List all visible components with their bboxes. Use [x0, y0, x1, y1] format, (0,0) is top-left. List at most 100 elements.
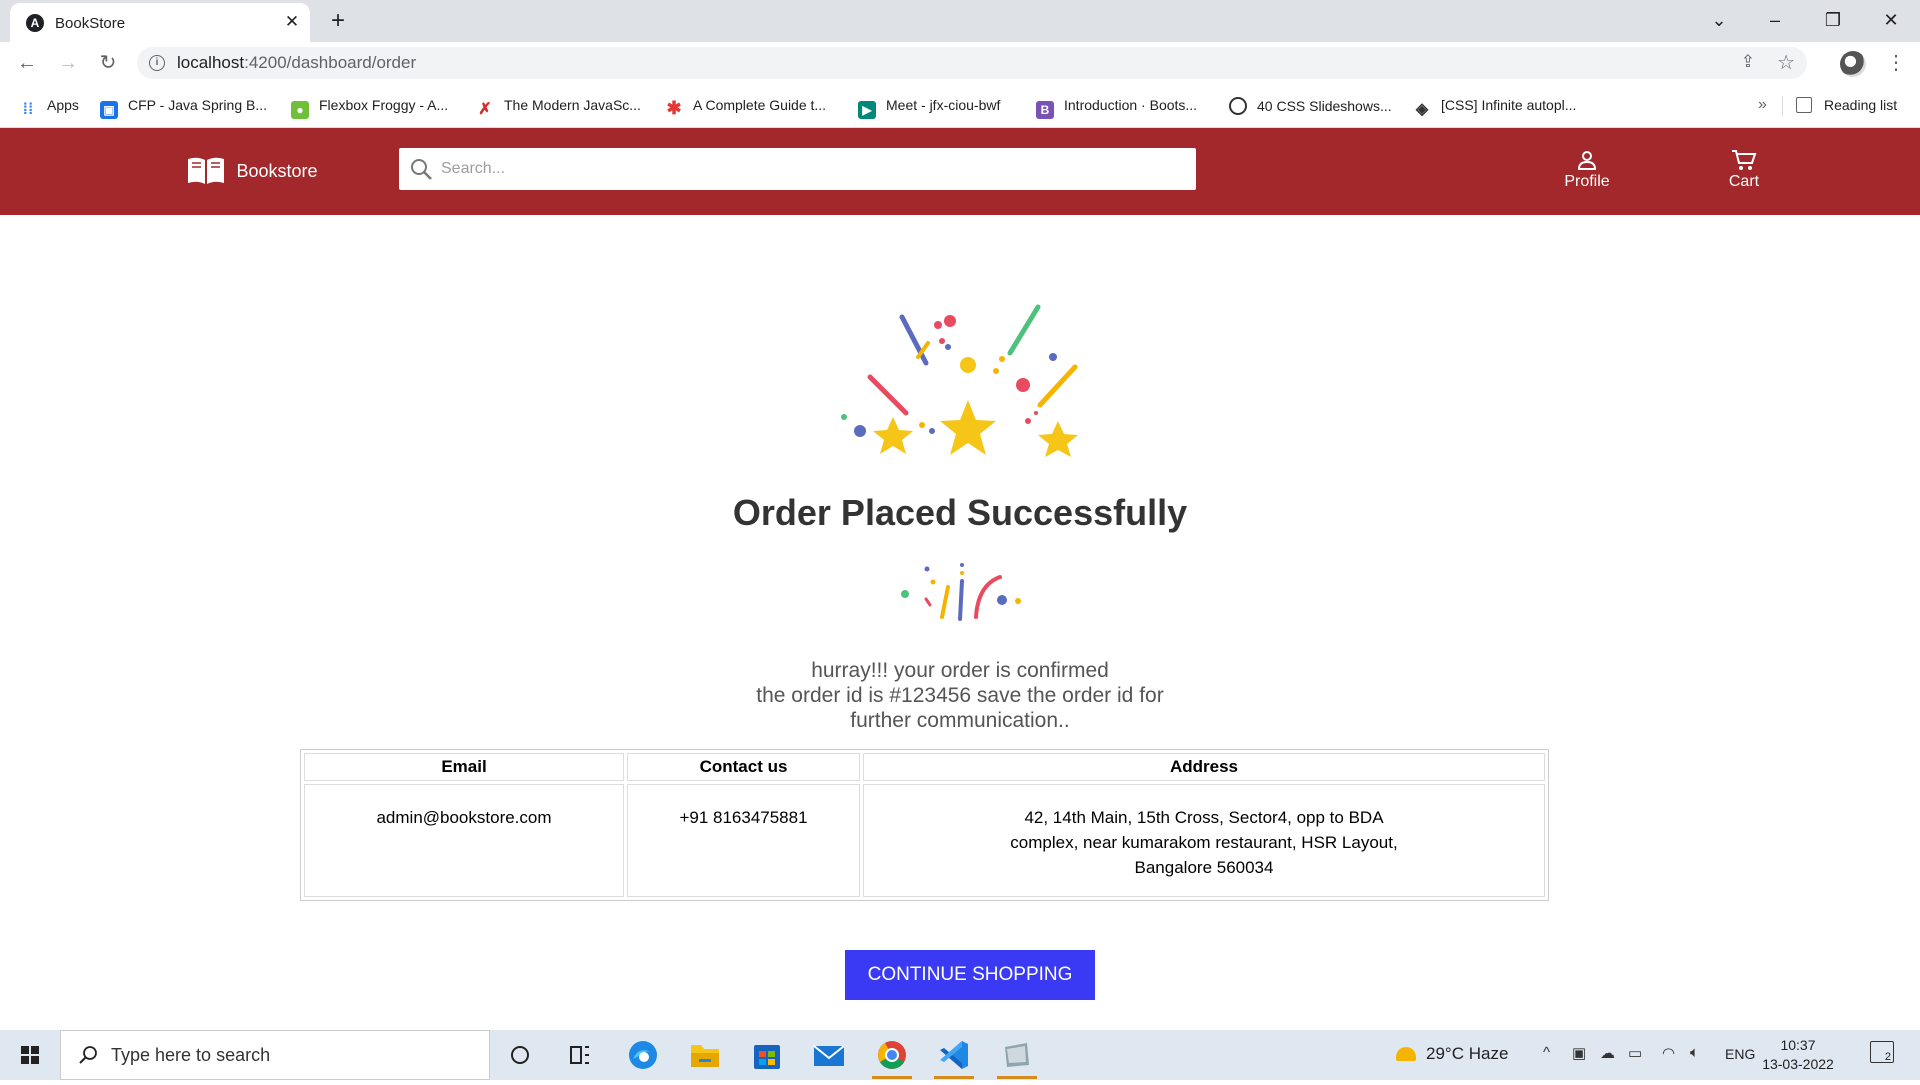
address-line: complex, near kumarakom restaurant, HSR …: [1010, 833, 1398, 852]
battery-icon[interactable]: ▭: [1628, 1044, 1642, 1062]
windows-taskbar: Type here to search 29°C Haze ^ ▣ ☁ ▭ ◠ …: [0, 1030, 1920, 1080]
language-indicator[interactable]: ENG: [1725, 1046, 1755, 1062]
cart-label: Cart: [1728, 173, 1760, 190]
microsoft-store-icon: [754, 1045, 780, 1069]
taskbar-search-box[interactable]: Type here to search: [60, 1030, 490, 1080]
task-view-button[interactable]: [554, 1035, 606, 1075]
search-bar[interactable]: [399, 148, 1196, 190]
bookmark-label: Flexbox Froggy - A...: [319, 97, 449, 113]
reading-list-icon: [1796, 97, 1812, 113]
bookmark-label: A Complete Guide t...: [693, 97, 827, 113]
search-icon: [411, 159, 432, 180]
taskbar-edge[interactable]: [617, 1035, 669, 1075]
onedrive-cloud-icon[interactable]: ☁: [1600, 1044, 1615, 1062]
vscode-icon: [940, 1041, 968, 1069]
wifi-icon[interactable]: ◠: [1662, 1044, 1675, 1062]
weather-haze-icon: [1396, 1047, 1416, 1061]
close-tab-icon[interactable]: ✕: [280, 10, 304, 34]
taskbar-vscode[interactable]: [928, 1035, 980, 1079]
reload-icon[interactable]: ↻: [94, 49, 122, 77]
contact-cell: +91 8163475881: [627, 784, 860, 897]
search-icon: [79, 1046, 97, 1064]
table-row: admin@bookstore.com +91 8163475881 42, 1…: [304, 784, 1545, 897]
bookmark-apps[interactable]: ⁞⁞ Apps: [19, 97, 79, 119]
forward-arrow-icon[interactable]: →: [54, 49, 82, 77]
share-icon[interactable]: ⇪: [1741, 52, 1755, 72]
profile-button[interactable]: Profile: [1552, 149, 1622, 191]
brand-name: Bookstore: [236, 160, 318, 181]
confirmation-message: hurray!!! your order is confirmed the or…: [700, 658, 1220, 733]
kebab-menu-icon[interactable]: ⋮: [1886, 50, 1906, 75]
system-clock[interactable]: 10:37 13-03-2022: [1758, 1036, 1838, 1074]
browser-tab-active[interactable]: A BookStore ✕: [10, 3, 310, 42]
search-input[interactable]: [441, 148, 1181, 190]
taskbar-search-placeholder: Type here to search: [111, 1045, 271, 1065]
taskbar-mail[interactable]: [803, 1035, 855, 1075]
bookmarks-bar: ⁞⁞ Apps ▣ CFP - Java Spring B... ● Flexbox …: [0, 84, 1920, 128]
restore-button[interactable]: ❐: [1810, 4, 1856, 36]
bookmark-item[interactable]: ▶ Meet - jfx-ciou-bwf: [858, 97, 1001, 119]
bookmark-label: The Modern JavaSc...: [504, 97, 641, 113]
edge-browser-icon: [629, 1041, 657, 1069]
taskbar-store[interactable]: [741, 1035, 793, 1075]
site-info-icon[interactable]: i: [149, 55, 165, 71]
column-header-address: Address: [863, 753, 1545, 781]
bookmark-label: Meet - jfx-ciou-bwf: [886, 97, 1001, 113]
bookmark-item[interactable]: 40 CSS Slideshows...: [1229, 97, 1392, 117]
bookmarks-overflow-icon[interactable]: »: [1758, 96, 1767, 114]
meet-now-icon[interactable]: ▣: [1572, 1044, 1586, 1062]
clock-time: 10:37: [1780, 1037, 1816, 1053]
weather-widget[interactable]: 29°C Haze: [1396, 1044, 1508, 1064]
bookmark-item[interactable]: ● Flexbox Froggy - A...: [291, 97, 449, 119]
browser-toolbar: ← → ↻ i localhost:4200/dashboard/order ⇪…: [0, 42, 1920, 84]
close-window-button[interactable]: ✕: [1868, 4, 1914, 36]
angular-favicon-icon: A: [26, 14, 44, 32]
person-flag-icon: ✗: [476, 101, 494, 119]
taskbar-app[interactable]: [991, 1035, 1043, 1079]
cart-icon: [1732, 150, 1757, 170]
message-line: further communication..: [850, 709, 1070, 732]
bookmark-item[interactable]: ✗ The Modern JavaSc...: [476, 97, 641, 119]
party-popper-icon: [901, 563, 1021, 621]
tab-search-chevron-icon[interactable]: ⌄: [1696, 4, 1742, 36]
start-button[interactable]: [0, 1030, 60, 1080]
reading-list-button[interactable]: Reading list: [1796, 97, 1897, 113]
browser-tab-strip: A BookStore ✕ + ⌄ – ❐ ✕: [0, 0, 1920, 42]
column-header-contact: Contact us: [627, 753, 860, 781]
back-arrow-icon[interactable]: ←: [13, 49, 41, 77]
profile-avatar-icon[interactable]: [1840, 51, 1866, 77]
message-line: the order id is #123456 save the order i…: [756, 684, 1164, 707]
address-bar[interactable]: i localhost:4200/dashboard/order ⇪ ☆: [137, 47, 1807, 79]
continue-shopping-button[interactable]: CONTINUE SHOPPING: [845, 950, 1095, 1000]
show-hidden-icons-chevron[interactable]: ^: [1543, 1044, 1550, 1061]
minimize-button[interactable]: –: [1752, 4, 1798, 36]
bookmark-item[interactable]: ◈ [CSS] Infinite autopl...: [1413, 97, 1577, 119]
url-text[interactable]: localhost:4200/dashboard/order: [177, 53, 416, 73]
bookmark-item[interactable]: ▣ CFP - Java Spring B...: [100, 97, 267, 119]
weather-text: 29°C Haze: [1426, 1044, 1509, 1063]
bookmark-star-icon[interactable]: ☆: [1777, 50, 1795, 75]
chrome-browser-icon: [878, 1041, 906, 1069]
table-header-row: Email Contact us Address: [304, 753, 1545, 781]
profile-label: Profile: [1564, 173, 1610, 190]
bookmark-item[interactable]: B Introduction · Boots...: [1036, 97, 1198, 119]
volume-icon[interactable]: 🔈︎: [1690, 1044, 1699, 1061]
windows-logo-icon: [21, 1046, 39, 1064]
cart-button[interactable]: Cart: [1709, 149, 1779, 191]
reading-list-label: Reading list: [1824, 97, 1898, 113]
brand-logo[interactable]: Bookstore: [186, 155, 318, 187]
apps-grid-icon: ⁞⁞: [19, 101, 37, 119]
cortana-button[interactable]: [494, 1035, 546, 1075]
celebration-confetti-icon: [841, 304, 1078, 457]
new-tab-button[interactable]: +: [324, 8, 352, 36]
taskbar-chrome[interactable]: [866, 1035, 918, 1079]
bookmark-item[interactable]: ✱ A Complete Guide t...: [665, 97, 826, 117]
bookmark-label: Introduction · Boots...: [1064, 97, 1198, 113]
mail-envelope-icon: [813, 1045, 845, 1066]
task-view-icon: [570, 1046, 589, 1064]
bookmark-label: [CSS] Infinite autopl...: [1441, 97, 1577, 113]
notification-center-icon[interactable]: 2: [1870, 1041, 1894, 1063]
folder-icon: [691, 1045, 719, 1067]
codepen-cube-icon: ◈: [1413, 101, 1431, 119]
taskbar-file-explorer[interactable]: [679, 1035, 731, 1075]
